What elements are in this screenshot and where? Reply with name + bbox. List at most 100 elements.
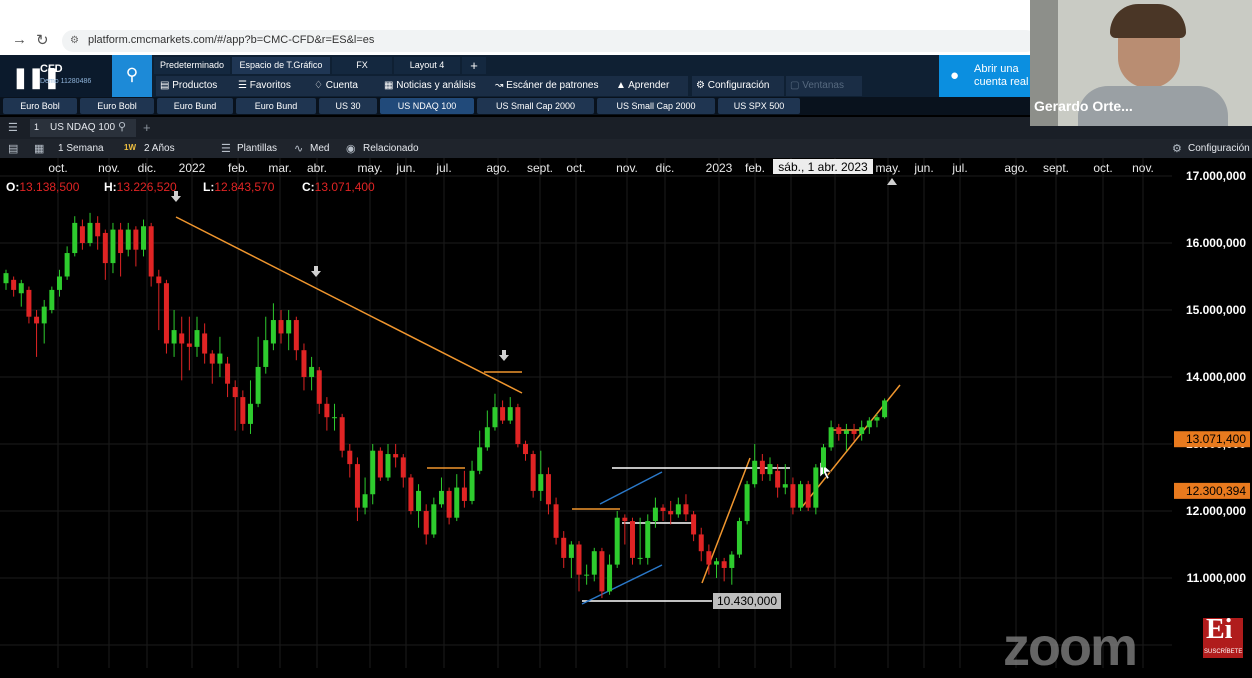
candle-body: [461, 487, 467, 501]
candle-body: [278, 320, 284, 334]
candle-body: [34, 316, 40, 324]
range-select[interactable]: 2 Años: [144, 143, 175, 154]
search-button[interactable]: ⚲: [112, 55, 152, 97]
period-badge: 1W: [124, 143, 136, 152]
candle-body: [11, 279, 17, 290]
ohlc-close-value: 13.071,400: [314, 180, 375, 194]
grid-icon[interactable]: ▦: [34, 142, 44, 155]
time-axis-label: ago.: [1004, 161, 1027, 175]
workspace-tab[interactable]: Predeterminado: [154, 57, 230, 74]
candle-body: [408, 477, 414, 511]
candle-body: [576, 544, 582, 575]
open-account-label: Abrir una cuenta real: [974, 63, 1029, 88]
menu-noticias[interactable]: ▦ Noticias y análisis: [380, 76, 492, 96]
menu-configuracion[interactable]: ⚙ Configuración: [692, 76, 784, 96]
candle-body: [843, 430, 849, 434]
candle-body: [171, 330, 177, 344]
menu-label: Configuración: [707, 80, 770, 91]
instrument-tab[interactable]: US 30: [319, 98, 377, 114]
candle-body: [446, 490, 452, 518]
time-axis-label: feb.: [228, 161, 248, 175]
forward-icon[interactable]: →: [12, 31, 27, 48]
menu-label: Ventanas: [802, 80, 844, 91]
panel-icon[interactable]: ▤: [8, 142, 18, 155]
search-icon[interactable]: ⚲: [118, 120, 126, 133]
related-button[interactable]: Relacionado: [363, 143, 419, 154]
candle-body: [805, 484, 811, 508]
chart-settings-button[interactable]: Configuración: [1188, 143, 1250, 154]
price-axis-label: 14.000,000: [1186, 370, 1246, 384]
instrument-tab-active[interactable]: US NDAQ 100: [380, 98, 474, 114]
hamburger-icon[interactable]: ☰: [8, 121, 18, 134]
candle-body: [286, 320, 292, 334]
candle-body: [813, 467, 819, 508]
candle-body: [163, 283, 169, 344]
workspace-tab[interactable]: Espacio de T.Gráfico: [232, 57, 330, 74]
add-chart-button[interactable]: +: [143, 120, 151, 135]
candle-body: [370, 450, 376, 495]
candle-body: [339, 417, 345, 451]
time-axis-label: feb.: [745, 161, 765, 175]
menu-ventanas: ▢ Ventanas: [786, 76, 862, 96]
candle-body: [87, 222, 93, 243]
chart-toolbar: [0, 139, 1252, 158]
candle-body: [683, 504, 689, 515]
candle-body: [270, 320, 276, 344]
price-axis-label: 17.000,000: [1186, 169, 1246, 183]
menu-escaner[interactable]: ↝ Escáner de patrones: [491, 76, 613, 96]
candle-body: [247, 403, 253, 424]
menu-productos[interactable]: ▤ Productos: [156, 76, 235, 96]
ohlc-open-value: 13.138,500: [19, 180, 80, 194]
time-axis-label: nov.: [98, 161, 120, 175]
menu-cuenta[interactable]: ♢ Cuenta: [310, 76, 380, 96]
instrument-tab[interactable]: Euro Bund: [157, 98, 233, 114]
instrument-tab[interactable]: Euro Bobl: [3, 98, 77, 114]
candle-body: [859, 427, 865, 434]
templates-button[interactable]: Plantillas: [237, 143, 277, 154]
add-workspace-button[interactable]: +: [462, 57, 486, 74]
candle-body: [836, 427, 842, 434]
menu-label: Favoritos: [249, 80, 291, 91]
instrument-tab[interactable]: US Small Cap 2000: [477, 98, 594, 114]
indicator-button[interactable]: Med: [310, 143, 329, 154]
candle-body: [293, 320, 299, 351]
menu-aprender[interactable]: ▲ Aprender: [612, 76, 688, 96]
candle-body: [400, 457, 406, 478]
candle-body: [309, 366, 315, 377]
instrument-tab[interactable]: Euro Bobl: [80, 98, 154, 114]
window-icon: ▢: [790, 80, 800, 91]
time-axis-label: jul.: [435, 161, 451, 175]
candle-body: [125, 229, 131, 250]
price-axis-label: 12.000,000: [1186, 504, 1246, 518]
workspace-tab[interactable]: FX: [332, 57, 392, 74]
site-info-icon[interactable]: ⚙: [70, 35, 79, 46]
period-select[interactable]: 1 Semana: [58, 143, 104, 154]
candle-body: [385, 454, 391, 478]
candle-body: [729, 554, 735, 568]
candle-body: [584, 574, 590, 576]
crosshair-date-label: sáb., 1 abr. 2023: [778, 160, 868, 174]
candle-body: [110, 229, 116, 264]
candle-body: [828, 427, 834, 448]
candle-body: [202, 333, 208, 354]
instrument-tab[interactable]: Euro Bund: [236, 98, 316, 114]
price-chart[interactable]: 10.430,000 oct. nov. dic. 2022 feb. mar. abr. m…: [0, 158, 1252, 668]
reload-icon[interactable]: ↻: [36, 31, 49, 49]
workspace-tab[interactable]: Layout 4: [394, 57, 460, 74]
time-axis-label: sept.: [527, 161, 553, 175]
candle-body: [736, 521, 742, 555]
price-tag-label: 13.071,400: [1186, 432, 1246, 446]
menu-favoritos[interactable]: ☰ Favoritos: [234, 76, 310, 96]
candle-body: [622, 517, 628, 522]
candle-body: [102, 232, 108, 264]
candle-body: [767, 464, 773, 475]
ohlc-low-label: L:: [203, 180, 215, 194]
candle-body: [660, 507, 666, 511]
candle-body: [324, 403, 330, 418]
instrument-tab[interactable]: US Small Cap 2000: [597, 98, 715, 114]
instrument-tab[interactable]: US SPX 500: [718, 98, 800, 114]
candle-body: [347, 450, 353, 465]
product-label: CFD: [40, 63, 63, 75]
candle-body: [41, 306, 47, 324]
candle-body: [225, 363, 231, 384]
